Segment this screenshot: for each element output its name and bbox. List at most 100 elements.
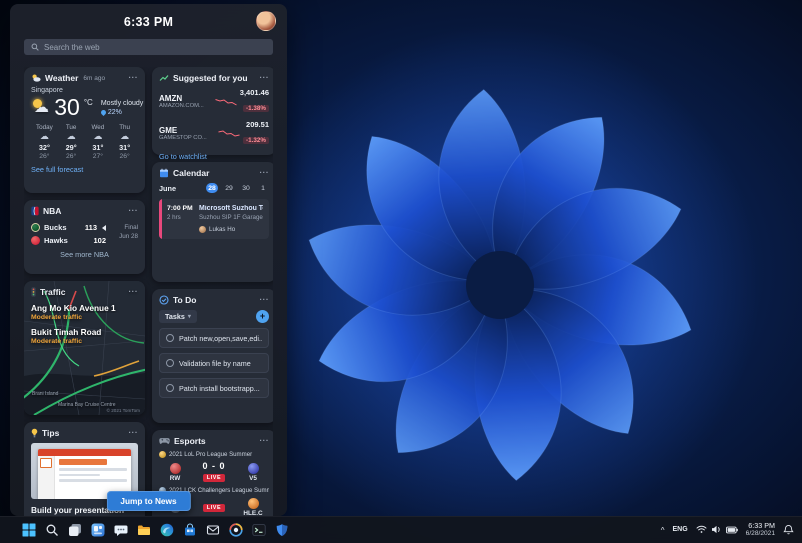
todo-title: To Do <box>173 295 197 305</box>
calendar-day-selected[interactable]: 28 <box>206 183 218 193</box>
cloud-icon: ☁ <box>120 131 130 141</box>
stock-row[interactable]: AMZN AMAZON.COM... 3,401.46 -1.38% <box>159 88 269 115</box>
task-list-selector[interactable]: Tasks ▾ <box>159 310 197 323</box>
file-explorer-button[interactable] <box>133 520 154 541</box>
calendar-day[interactable]: 1 <box>257 183 269 193</box>
tips-menu-button[interactable]: ··· <box>129 429 139 437</box>
tips-title: Tips <box>42 428 60 438</box>
weather-widget[interactable]: Weather 6m ago ··· Singapore ☁ 30 °C Mos… <box>24 67 145 193</box>
traffic-light-icon <box>31 287 36 297</box>
tray-status-icons[interactable] <box>696 525 738 534</box>
widgets-column-right: Suggested for you ··· AMZN AMAZON.COM...… <box>152 67 273 516</box>
esports-match[interactable]: 2021 LoL Pro League Summer RW 0 - 0 LIVE <box>159 451 269 482</box>
stocks-title: Suggested for you <box>173 73 248 83</box>
hawks-logo-icon <box>31 236 40 245</box>
mail-app-button[interactable] <box>202 520 223 541</box>
forecast-day: Today ☁ 32° 26° <box>35 124 53 160</box>
esports-menu-button[interactable]: ··· <box>260 437 270 445</box>
weather-forecast: Today ☁ 32° 26° Tue ☁ 29° 26° Wed ☁ 31° 27° Thu ☁ 3… <box>31 124 138 160</box>
widgets-button[interactable] <box>87 520 108 541</box>
calendar-day[interactable]: 30 <box>240 183 252 193</box>
nba-team-row: Bucks 113 <box>31 223 106 232</box>
team-logo-icon <box>169 462 181 474</box>
cloud-icon: ☁ <box>93 131 103 141</box>
nba-link[interactable]: See more NBA <box>31 250 138 259</box>
nba-widget[interactable]: NBA ··· Bucks 113 Hawks 102 Final Jun 28… <box>24 200 145 274</box>
traffic-road: Ang Mo Kio Avenue 1 Moderate traffic <box>31 303 116 321</box>
security-app-button[interactable] <box>271 520 292 541</box>
tray-overflow-chevron[interactable]: ^ <box>661 526 665 535</box>
wifi-icon <box>696 526 707 534</box>
calendar-event[interactable]: 7:00 PM 2 hrs Microsoft Suzhou Toa... Su… <box>159 199 269 239</box>
stocks-widget[interactable]: Suggested for you ··· AMZN AMAZON.COM...… <box>152 67 273 161</box>
widgets-panel-header: 6:33 PM <box>24 11 276 33</box>
stock-change-badge: -1.32% <box>243 137 269 144</box>
jump-to-news-button[interactable]: Jump to News <box>106 491 191 511</box>
traffic-widget[interactable]: Traffic ··· Ang Mo Kio Avenue 1 Moderate… <box>24 281 145 415</box>
mostly-cloudy-icon: ☁ <box>33 98 49 116</box>
rain-drop-icon <box>99 108 107 116</box>
stocks-icon <box>159 75 169 81</box>
weather-unit: °C <box>83 98 93 107</box>
stock-change-badge: -1.38% <box>243 105 269 112</box>
event-attendee: Lukas Ho <box>199 226 263 233</box>
calendar-date-strip: June 28 29 30 1 <box>159 183 269 193</box>
todo-widget[interactable]: To Do ··· Tasks ▾ + Patch new,open,save,… <box>152 289 273 423</box>
attendee-avatar <box>199 226 206 233</box>
tray-clock[interactable]: 6:33 PM 6/28/2021 <box>746 521 775 538</box>
weather-precipitation: 22% <box>99 108 138 116</box>
terminal-app-button[interactable] <box>248 520 269 541</box>
weather-title: Weather <box>45 73 79 83</box>
weather-forecast-link[interactable]: See full forecast <box>31 165 138 174</box>
nba-title: NBA <box>43 206 62 216</box>
task-item[interactable]: Patch install bootstrapp... <box>159 378 269 398</box>
language-indicator[interactable]: ENG <box>672 526 687 533</box>
search-input[interactable] <box>44 42 266 52</box>
photos-app-button[interactable] <box>225 520 246 541</box>
team-logo-icon <box>247 498 259 509</box>
stock-row[interactable]: GME GAMESTOP CO... 209.51 -1.32% <box>159 120 269 147</box>
task-checkbox[interactable] <box>166 334 174 342</box>
calendar-day[interactable]: 29 <box>223 183 235 193</box>
esports-title: Esports <box>174 436 206 446</box>
nba-scoreboard: Bucks 113 Hawks 102 Final Jun 28 <box>31 219 138 245</box>
forecast-day: Tue ☁ 29° 26° <box>65 124 77 160</box>
watchlist-link[interactable]: Go to watchlist <box>159 152 269 161</box>
add-task-button[interactable]: + <box>256 310 269 323</box>
start-button[interactable] <box>18 520 39 541</box>
widgets-column-left: Weather 6m ago ··· Singapore ☁ 30 °C Mos… <box>24 67 145 516</box>
calendar-month-selector[interactable]: June <box>159 184 176 193</box>
todo-menu-button[interactable]: ··· <box>260 296 270 304</box>
live-badge: LIVE <box>202 474 226 482</box>
volume-icon <box>711 526 720 534</box>
edge-browser-button[interactable] <box>156 520 177 541</box>
task-checkbox[interactable] <box>166 384 174 392</box>
stocks-menu-button[interactable]: ··· <box>260 74 270 82</box>
user-avatar[interactable] <box>256 11 276 31</box>
sparkline-down-icon <box>218 130 240 137</box>
traffic-menu-button[interactable]: ··· <box>129 288 139 296</box>
task-item[interactable]: Patch new,open,save,edi... <box>159 328 269 348</box>
taskbar-search-button[interactable] <box>41 520 62 541</box>
task-view-button[interactable] <box>64 520 85 541</box>
microsoft-store-button[interactable] <box>179 520 200 541</box>
search-bar[interactable] <box>24 39 273 55</box>
task-item[interactable]: Validation file by name <box>159 353 269 373</box>
weather-menu-button[interactable]: ··· <box>129 74 139 82</box>
desktop: 6:33 PM Weather 6m ago ··· Sin <box>0 0 802 543</box>
weather-current: ☁ 30 °C Mostly cloudy 22% <box>31 94 143 120</box>
sparkline-down-icon <box>215 99 237 106</box>
calendar-title: Calendar <box>173 168 210 178</box>
nba-menu-button[interactable]: ··· <box>129 207 139 215</box>
taskbar: ^ ENG 6:33 PM 6/28/2021 <box>0 516 802 543</box>
chat-button[interactable] <box>110 520 131 541</box>
weather-temp: 30 <box>54 94 80 120</box>
calendar-menu-button[interactable]: ··· <box>260 169 270 177</box>
todo-check-icon <box>159 295 169 305</box>
taskbar-icons <box>18 520 292 541</box>
notification-bell-icon[interactable] <box>783 524 794 535</box>
task-checkbox[interactable] <box>166 359 174 367</box>
calendar-widget[interactable]: Calendar ··· June 28 29 30 1 7:00 PM 2 h… <box>152 162 273 282</box>
cloud-icon: ☁ <box>39 131 49 141</box>
chevron-down-icon: ▾ <box>187 314 191 320</box>
